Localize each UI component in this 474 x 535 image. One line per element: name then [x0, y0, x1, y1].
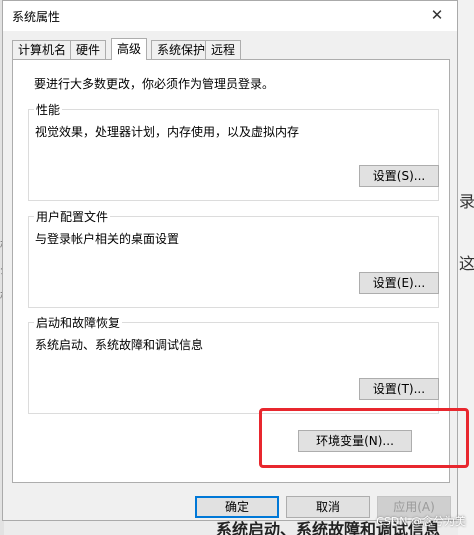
startup-recovery-title: 启动和故障恢复	[34, 314, 123, 331]
performance-title: 性能	[34, 101, 63, 118]
tab-remote[interactable]: 远程	[205, 40, 242, 59]
background-glyph: 录	[459, 192, 474, 211]
user-profiles-desc: 与登录帐户相关的桌面设置	[35, 232, 180, 246]
tab-advanced[interactable]: 高级	[111, 38, 148, 60]
tab-bar: 计算机名 硬件 高级 系统保护 远程	[3, 38, 457, 60]
user-profiles-settings-button[interactable]: 设置(E)...	[359, 272, 439, 294]
annotation-highlight-box	[259, 408, 469, 468]
tab-computer-name[interactable]: 计算机名	[12, 40, 73, 59]
cancel-button[interactable]: 取消	[286, 496, 370, 518]
performance-group: 性能 视觉效果，处理器计划，内存使用，以及虚拟内存 设置(S)...	[28, 101, 439, 201]
close-icon[interactable]: ✕	[423, 2, 451, 28]
performance-desc: 视觉效果，处理器计划，内存使用，以及虚拟内存	[35, 125, 300, 139]
tab-system-protection[interactable]: 系统保护	[151, 40, 212, 59]
user-profiles-title: 用户配置文件	[34, 208, 111, 225]
user-profiles-group: 用户配置文件 与登录帐户相关的桌面设置 设置(E)...	[28, 208, 439, 308]
tab-hardware[interactable]: 硬件	[70, 40, 107, 59]
watermark: CSDN @念兮为美	[376, 515, 466, 528]
startup-recovery-group: 启动和故障恢复 系统启动、系统故障和调试信息 设置(T)...	[28, 314, 439, 414]
background-glyph: 这	[459, 254, 474, 273]
performance-settings-button[interactable]: 设置(S)...	[359, 165, 439, 187]
admin-note: 要进行大多数更改，你必须作为管理员登录。	[34, 77, 275, 91]
startup-recovery-desc: 系统启动、系统故障和调试信息	[35, 338, 204, 352]
startup-recovery-settings-button[interactable]: 设置(T)...	[359, 378, 439, 400]
title-bar[interactable]: 系统属性 ✕	[3, 1, 457, 31]
ok-button[interactable]: 确定	[195, 496, 279, 518]
window-title: 系统属性	[12, 10, 61, 24]
